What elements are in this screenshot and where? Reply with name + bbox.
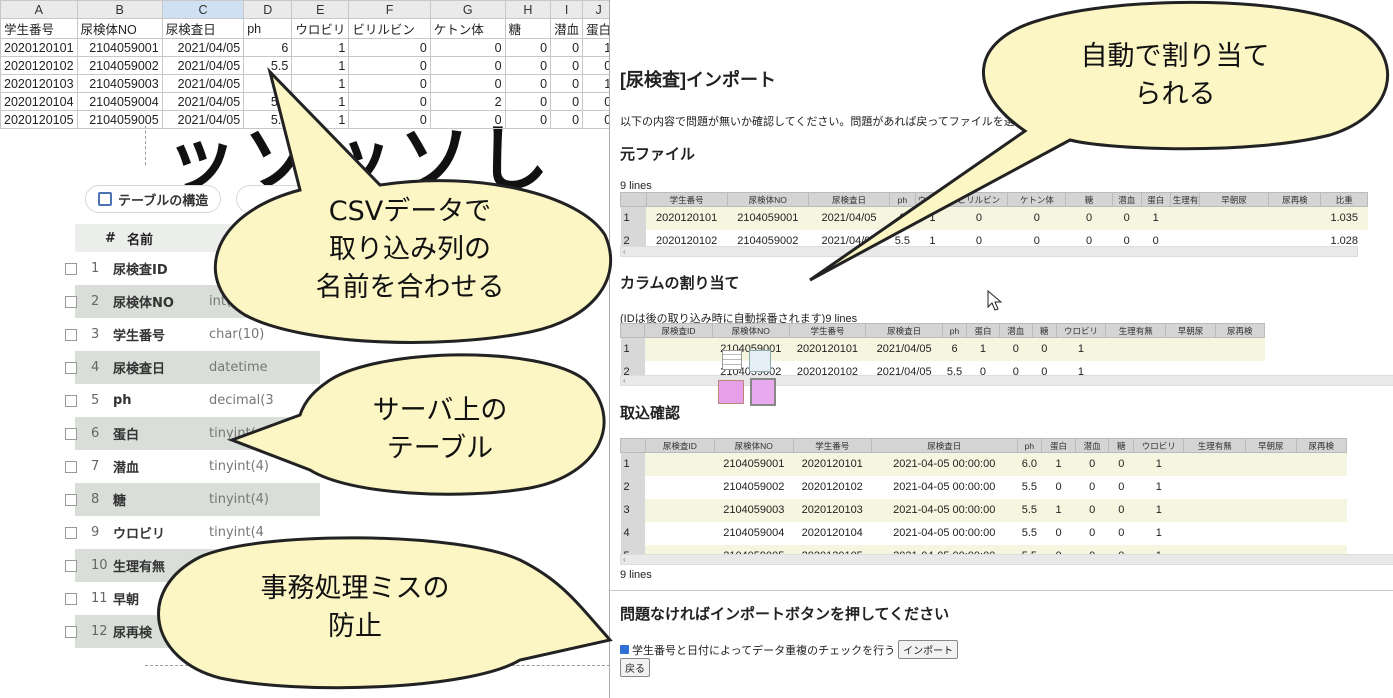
callout-line: られる: [1134, 79, 1216, 110]
callout-line: CSVデータで: [328, 196, 492, 227]
callout-csv-match-text: CSVデータで 取り込み列の 名前を合わせる: [260, 193, 560, 307]
callout-line: 名前を合わせる: [315, 272, 505, 303]
callout-line: テーブル: [386, 433, 494, 464]
callout-line: サーバ上の: [372, 395, 508, 426]
callout-line: 自動で割り当て: [1080, 41, 1270, 72]
callout-auto-assign-text: 自動で割り当て られる: [1045, 38, 1305, 114]
callout-error-prevention-text: 事務処理ミスの 防止: [220, 570, 490, 646]
callout-line: 取り込み列の: [329, 234, 491, 265]
callout-line: 防止: [328, 611, 382, 642]
callout-line: 事務処理ミスの: [260, 573, 450, 604]
callout-server-table-text: サーバ上の テーブル: [330, 392, 550, 468]
